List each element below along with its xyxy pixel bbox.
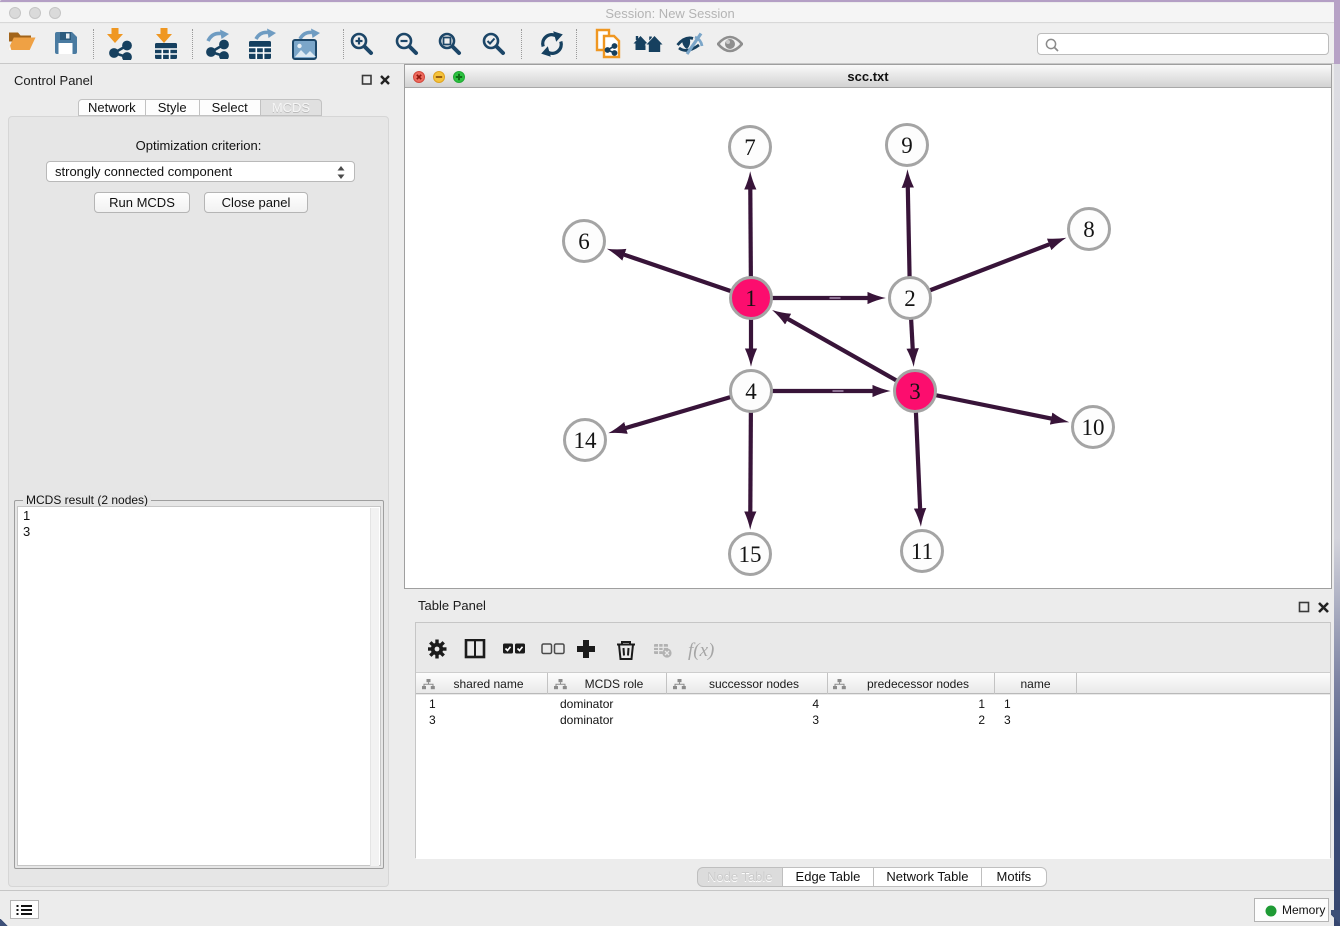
svg-text:10: 10 (1082, 415, 1105, 440)
svg-text:f(x): f(x) (688, 640, 714, 661)
svg-text:11: 11 (911, 539, 933, 564)
svg-text:1: 1 (745, 286, 757, 311)
svg-text:9: 9 (901, 133, 913, 158)
svg-text:2: 2 (904, 286, 916, 311)
svg-text:4: 4 (745, 379, 757, 404)
svg-text:8: 8 (1083, 217, 1095, 242)
svg-text:15: 15 (739, 542, 762, 567)
svg-text:6: 6 (578, 229, 590, 254)
svg-text:7: 7 (744, 135, 756, 160)
svg-text:14: 14 (574, 428, 598, 453)
svg-text:3: 3 (909, 379, 921, 404)
